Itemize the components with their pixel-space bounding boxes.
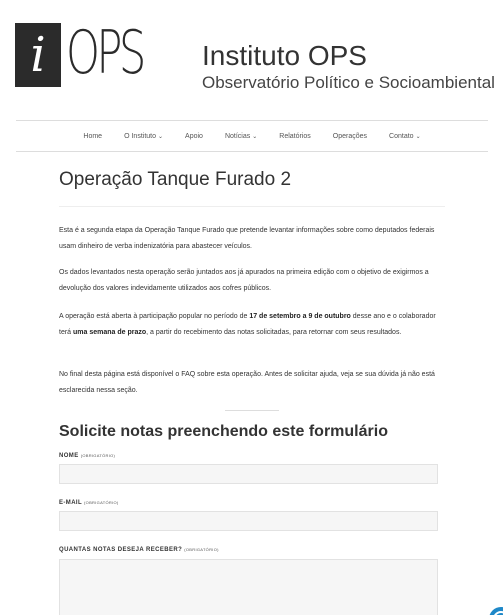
main-nav: Home O Instituto ⌄ Apoio Notícias ⌄ Relató… — [16, 121, 488, 151]
deadline-text: uma semana de prazo — [73, 328, 147, 336]
required-tag: (OBRIGATÓRIO) — [184, 547, 219, 552]
chevron-down-icon: ⌄ — [415, 133, 421, 140]
email-field[interactable] — [59, 511, 438, 531]
period-dates: 17 de setembro a 9 de outubro — [249, 313, 351, 320]
name-field[interactable] — [59, 464, 438, 484]
section-divider — [225, 410, 279, 411]
logo-wordmark[interactable]: OPS — [66, 14, 146, 92]
name-label: NOME (OBRIGATÓRIO) — [59, 453, 115, 459]
logo[interactable]: i — [15, 23, 61, 87]
chevron-down-icon: ⌄ — [252, 133, 258, 140]
page-title: Operação Tanque Furado 2 — [59, 169, 292, 190]
nav-item-label: O Instituto — [124, 132, 156, 140]
email-label: E-MAIL (OBRIGATÓRIO) — [59, 500, 119, 506]
nav-item-label: Operações — [332, 132, 368, 140]
faq-paragraph: No final desta página está disponível o … — [59, 371, 435, 394]
form-title: Solicite notas preenchendo este formulár… — [59, 423, 388, 440]
nav-item-apoio[interactable]: Apoio — [174, 133, 214, 140]
nav-item-label: Notícias — [224, 132, 251, 140]
title-divider — [59, 206, 445, 207]
chevron-down-icon: ⌄ — [158, 133, 164, 140]
nav-item-relatorios[interactable]: Relatórios — [268, 133, 322, 140]
nav-item-contato[interactable]: Contato ⌄ — [378, 133, 432, 140]
nav-item-label: Relatórios — [279, 132, 311, 140]
intro-paragraph: Esta é a segunda etapa da Operação Tanqu… — [59, 227, 435, 250]
nav-item-label: Home — [83, 132, 103, 140]
quantity-field[interactable] — [59, 559, 438, 615]
period-paragraph: A operação está aberta à participação po… — [59, 309, 445, 340]
quantity-label-text: QUANTAS NOTAS DESEJA RECEBER? — [59, 547, 183, 553]
nav-item-noticias[interactable]: Notícias ⌄ — [214, 133, 268, 140]
name-label-text: NOME — [59, 453, 79, 459]
nav-item-home[interactable]: Home — [72, 133, 113, 140]
goal-paragraph: Os dados levantados nesta operação serão… — [59, 269, 429, 292]
required-tag: (OBRIGATÓRIO) — [80, 453, 116, 458]
site-title[interactable]: Instituto OPS — [202, 40, 367, 72]
required-tag: (OBRIGATÓRIO) — [84, 500, 119, 505]
logo-letter: i — [30, 27, 46, 83]
email-label-text: E-MAIL — [59, 500, 82, 506]
period-text: A operação está aberta à participação po… — [59, 313, 250, 320]
period-text: , a partir do recebimento das notas soli… — [146, 328, 402, 336]
main-content: Operação Tanque Furado 2 Esta é a segund… — [59, 160, 445, 615]
nav-item-o-instituto[interactable]: O Instituto ⌄ — [113, 133, 174, 140]
nav-item-label: Apoio — [185, 132, 203, 140]
nav-bottom-divider — [16, 151, 488, 152]
nav-item-operacoes[interactable]: Operações — [322, 133, 378, 140]
quantity-label: QUANTAS NOTAS DESEJA RECEBER? (OBRIGATÓR… — [59, 547, 219, 553]
chat-bubble-icon — [489, 607, 503, 615]
site-subtitle: Observatório Político e Socioambiental — [202, 73, 495, 92]
nav-item-label: Contato — [389, 132, 414, 140]
site-header: i OPS Instituto OPS Observatório Polític… — [0, 0, 503, 120]
chat-widget[interactable] — [487, 605, 503, 615]
